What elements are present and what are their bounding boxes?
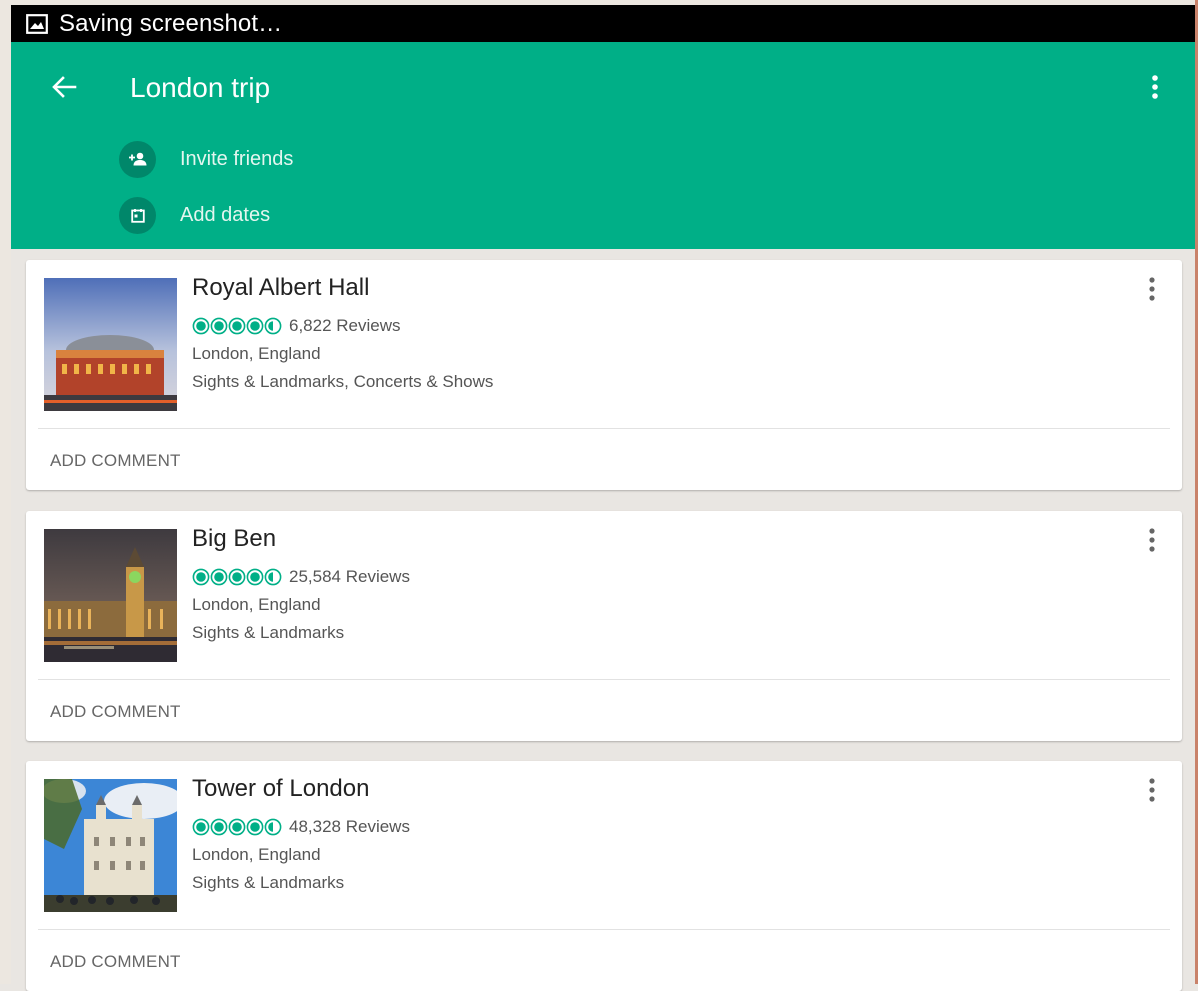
status-bar: Saving screenshot… xyxy=(11,5,1195,42)
back-button[interactable] xyxy=(49,74,79,104)
more-vertical-icon xyxy=(1149,777,1155,807)
place-photo xyxy=(44,779,177,912)
add-comment-button[interactable]: ADD COMMENT xyxy=(50,702,181,722)
place-category: Sights & Landmarks xyxy=(192,873,345,892)
add-dates-button[interactable]: Add dates xyxy=(119,196,270,234)
card-divider xyxy=(38,679,1170,680)
rating-row: 25,584 Reviews xyxy=(192,567,410,587)
page-title: London trip xyxy=(130,72,271,103)
add-comment-button[interactable]: ADD COMMENT xyxy=(50,451,181,471)
more-vertical-icon xyxy=(1152,74,1158,104)
overflow-menu-button[interactable] xyxy=(1145,74,1165,104)
place-location: London, England xyxy=(192,344,321,363)
place-card-tower-of-london[interactable]: Tower of London 48,328 Reviews London, E… xyxy=(26,761,1182,991)
card-divider xyxy=(38,929,1170,930)
app-bar: London trip Invite friends Add dates xyxy=(11,42,1195,249)
place-name: Big Ben xyxy=(192,525,277,552)
add-person-icon xyxy=(119,140,156,178)
rating-bubbles-icon xyxy=(192,568,282,586)
invite-friends-button[interactable]: Invite friends xyxy=(119,140,293,178)
more-vertical-icon xyxy=(1149,276,1155,306)
review-count[interactable]: 25,584 Reviews xyxy=(289,567,410,587)
place-name: Tower of London xyxy=(192,775,370,802)
rating-row: 6,822 Reviews xyxy=(192,316,401,336)
card-menu-button[interactable] xyxy=(1142,527,1162,557)
place-category: Sights & Landmarks, Concerts & Shows xyxy=(192,372,494,391)
calendar-icon xyxy=(119,196,156,234)
place-category: Sights & Landmarks xyxy=(192,623,345,642)
place-photo xyxy=(44,278,177,411)
place-card-royal-albert-hall[interactable]: Royal Albert Hall 6,822 Reviews London, … xyxy=(26,260,1182,490)
place-location: London, England xyxy=(192,845,321,864)
invite-friends-label: Invite friends xyxy=(180,147,294,170)
place-photo xyxy=(44,529,177,662)
rating-row: 48,328 Reviews xyxy=(192,817,410,837)
rating-bubbles-icon xyxy=(192,317,282,335)
review-count[interactable]: 6,822 Reviews xyxy=(289,316,401,336)
card-menu-button[interactable] xyxy=(1142,777,1162,807)
add-dates-label: Add dates xyxy=(180,203,271,226)
image-icon xyxy=(26,13,48,35)
place-name: Royal Albert Hall xyxy=(192,274,370,301)
more-vertical-icon xyxy=(1149,527,1155,557)
place-location: London, England xyxy=(192,595,321,614)
rating-bubbles-icon xyxy=(192,818,282,836)
card-divider xyxy=(38,428,1170,429)
place-card-big-ben[interactable]: Big Ben 25,584 Reviews London, England S… xyxy=(26,511,1182,741)
review-count[interactable]: 48,328 Reviews xyxy=(289,817,410,837)
arrow-left-icon xyxy=(51,75,77,104)
status-notification: Saving screenshot… xyxy=(59,9,283,37)
card-menu-button[interactable] xyxy=(1142,276,1162,306)
add-comment-button[interactable]: ADD COMMENT xyxy=(50,952,181,972)
left-edge xyxy=(0,0,11,984)
